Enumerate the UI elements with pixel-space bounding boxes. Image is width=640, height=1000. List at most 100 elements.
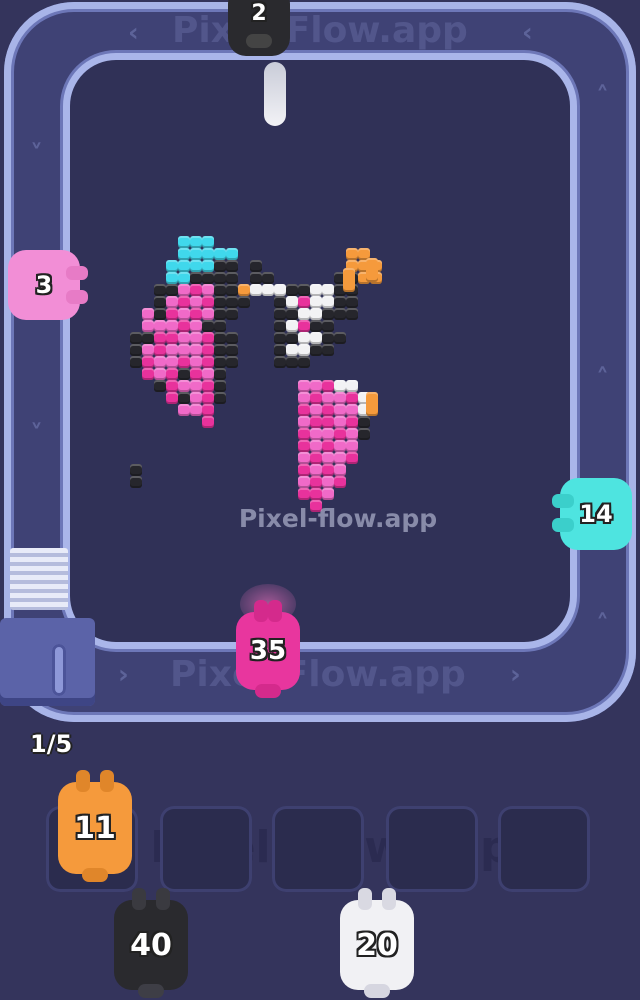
pixel-block (310, 380, 322, 392)
chevron-down-icon: ˅ (30, 420, 43, 450)
pixel-block (154, 320, 166, 332)
pixel-block (298, 476, 310, 488)
pixel-block (166, 260, 178, 272)
pixel-block (142, 332, 154, 344)
pig-ear-icon (132, 888, 146, 910)
pixel-block (154, 344, 166, 356)
pixel-block (130, 356, 142, 368)
pig-nose-icon (82, 868, 108, 882)
pixel-block (334, 476, 346, 488)
pixel-block (166, 344, 178, 356)
pixel-block (334, 308, 346, 320)
slot-shooter[interactable]: 11 (58, 770, 132, 882)
holding-slot[interactable] (386, 806, 478, 892)
pixel-block (274, 356, 286, 368)
pixel-block (166, 356, 178, 368)
pixel-block (202, 284, 214, 296)
conveyor-shooter-left[interactable]: 3 (8, 250, 88, 320)
pixel-block (322, 416, 334, 428)
pixel-block (202, 320, 214, 332)
pig-ear-icon (254, 600, 268, 622)
pixel-block (202, 392, 214, 404)
pixel-block (202, 344, 214, 356)
pixel-block (178, 284, 190, 296)
pixel-block (298, 452, 310, 464)
pixel-block (346, 308, 358, 320)
holding-slot[interactable] (498, 806, 590, 892)
pixel-block (262, 272, 274, 284)
pixel-block (226, 296, 238, 308)
pixel-block (226, 308, 238, 320)
pig-ear-icon (268, 600, 282, 622)
pixel-block (322, 320, 334, 332)
pixel-block (190, 320, 202, 332)
chevron-up-icon: ˄ (596, 610, 609, 640)
pixel-block (202, 260, 214, 272)
pixel-block (298, 404, 310, 416)
pixel-block (310, 296, 322, 308)
pixel-block (190, 308, 202, 320)
pixel-block (178, 296, 190, 308)
pig-nose-icon (364, 984, 390, 998)
pixel-block (322, 476, 334, 488)
shooter-count: 14 (579, 500, 613, 528)
pixel-block (226, 284, 238, 296)
pixel-block (190, 356, 202, 368)
pixel-block (322, 404, 334, 416)
pixel-block (286, 320, 298, 332)
pixel-block (166, 296, 178, 308)
pixel-block (310, 344, 322, 356)
pixel-block (178, 236, 190, 248)
queue-shooter-black[interactable]: 40 (114, 888, 188, 998)
pixel-block (334, 452, 346, 464)
chevron-right-icon: › (118, 660, 129, 690)
holding-slot[interactable] (272, 806, 364, 892)
pixel-block (202, 332, 214, 344)
lane-watermark-bottom: Pixel-Flow.app (170, 654, 466, 695)
projectile-beam (264, 62, 286, 126)
pixel-block (202, 356, 214, 368)
conveyor-shooter-top[interactable]: 2 (228, 0, 290, 56)
pixel-block (358, 416, 370, 428)
pixel-block (178, 272, 190, 284)
pixel-block (214, 308, 226, 320)
pixel-block (334, 392, 346, 404)
pixel-block (142, 356, 154, 368)
pixel-block (322, 440, 334, 452)
pixel-block (226, 332, 238, 344)
lane-watermark-top: Pixel-Flow.app (172, 10, 468, 51)
pixel-block (334, 428, 346, 440)
pixel-block (190, 368, 202, 380)
pixel-block (202, 368, 214, 380)
pixel-block (238, 296, 250, 308)
holding-slot[interactable] (160, 806, 252, 892)
pixel-block (322, 380, 334, 392)
pig-ear-icon (552, 518, 574, 532)
pixel-block (214, 260, 226, 272)
shooter-count: 40 (130, 927, 172, 963)
pixel-block (343, 268, 355, 292)
pixel-block (190, 284, 202, 296)
pixel-block (166, 380, 178, 392)
queue-shooter-white[interactable]: 20 (340, 888, 414, 998)
pixel-block (178, 344, 190, 356)
pixel-block (322, 428, 334, 440)
conveyor-gate (0, 618, 95, 706)
conveyor-shooter-right[interactable]: 14 (552, 478, 632, 550)
pixel-block (226, 260, 238, 272)
pig-ear-icon (382, 888, 396, 910)
exit-stairs (10, 548, 68, 610)
pixel-block (130, 476, 142, 488)
pixel-block (286, 284, 298, 296)
pixel-block (190, 272, 202, 284)
pixel-block (298, 320, 310, 332)
pixel-block (274, 296, 286, 308)
pixel-block (154, 380, 166, 392)
pixel-block (366, 258, 378, 282)
pixel-block (190, 260, 202, 272)
pixel-block (214, 296, 226, 308)
pixel-block (190, 248, 202, 260)
conveyor-shooter-bottom[interactable]: 35 (236, 600, 300, 698)
pixel-block (310, 452, 322, 464)
shooter-count: 2 (251, 0, 267, 26)
